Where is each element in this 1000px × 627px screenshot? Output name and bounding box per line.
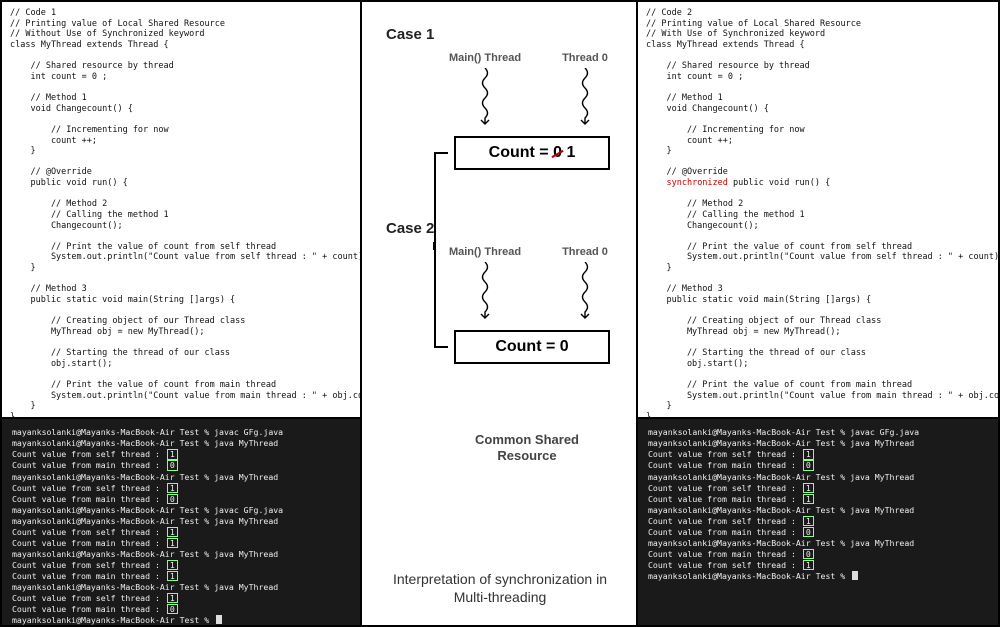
- thread0-label-1: Thread 0: [540, 52, 630, 64]
- diagram-frame: // Code 1 // Printing value of Local Sha…: [0, 0, 1000, 627]
- interpretation-caption: Interpretation of synchronization in Mul…: [375, 570, 625, 606]
- left-column: // Code 1 // Printing value of Local Sha…: [2, 2, 362, 625]
- terminal-left: mayanksolanki@Mayanks-MacBook-Air Test %…: [2, 419, 360, 625]
- thread0-label-2: Thread 0: [540, 246, 630, 258]
- case1-label: Case 1: [386, 26, 434, 43]
- squiggle-main-2: [478, 262, 492, 324]
- main-thread-label-1: Main() Thread: [440, 52, 530, 64]
- right-column: // Code 2 // Printing value of Local Sha…: [638, 2, 998, 625]
- squiggle-t0-1: [578, 68, 592, 130]
- count-box-2: Count = 0: [454, 330, 610, 364]
- middle-column: Case 1 Main() Thread Thread 0 Count = 0 …: [362, 2, 638, 625]
- main-thread-label-2: Main() Thread: [440, 246, 530, 258]
- code2-pane: // Code 2 // Printing value of Local Sha…: [638, 2, 998, 419]
- bracket-tail: [422, 242, 438, 462]
- squiggle-t0-2: [578, 262, 592, 324]
- count-box-1: Count = 0 1: [454, 136, 610, 170]
- count-eq-1: Count =: [489, 144, 553, 161]
- code1-pane: // Code 1 // Printing value of Local Sha…: [2, 2, 360, 419]
- case2-label: Case 2: [386, 220, 434, 237]
- struck-zero: 0: [553, 144, 562, 162]
- count-one: 1: [562, 144, 575, 161]
- terminal-right: mayanksolanki@Mayanks-MacBook-Air Test %…: [638, 419, 998, 625]
- common-shared-label: Common Shared Resource: [452, 432, 602, 465]
- squiggle-main-1: [478, 68, 492, 130]
